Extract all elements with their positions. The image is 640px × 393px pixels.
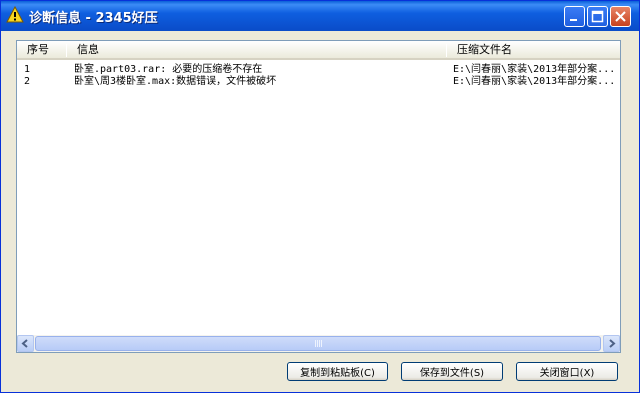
column-header-archive[interactable]: 压缩文件名 [451,41,620,58]
maximize-icon [591,10,604,23]
diagnostic-list[interactable]: 序号 信息 压缩文件名 1 卧室.part03.rar: 必要的压缩卷不存在 E… [16,40,621,353]
horizontal-scrollbar[interactable] [17,335,620,352]
arrow-left-icon [21,339,28,348]
minimize-icon [570,19,577,21]
column-header-message[interactable]: 信息 [71,41,441,58]
grip-icon [314,340,322,347]
list-header: 序号 信息 压缩文件名 [17,41,620,60]
row-message: 卧室\周3楼卧室.max:数据错误，文件被破坏 [74,76,277,87]
minimize-button[interactable] [564,6,585,27]
column-divider[interactable] [446,44,447,57]
arrow-right-icon [609,339,616,348]
maximize-button[interactable] [587,6,608,27]
copy-to-clipboard-button[interactable]: 复制到粘贴板(C) [287,362,388,381]
dialog-window: 诊断信息 - 2345好压 序号 信息 压缩文件名 1 卧室.part03.ra… [0,0,640,393]
title-bar[interactable]: 诊断信息 - 2345好压 [1,1,639,31]
close-icon [615,11,626,22]
scroll-left-button[interactable] [17,335,34,352]
row-archive: E:\闫春丽\家装\2013年部分案... [453,76,616,87]
save-to-file-button[interactable]: 保存到文件(S) [401,362,503,381]
row-index: 2 [24,76,31,87]
scroll-thumb[interactable] [35,336,601,351]
window-title: 诊断信息 - 2345好压 [29,11,158,26]
close-window-button[interactable] [610,6,631,27]
column-divider[interactable] [66,44,67,57]
list-item[interactable]: 2 卧室\周3楼卧室.max:数据错误，文件被破坏 E:\闫春丽\家装\2013… [17,75,620,88]
column-header-index[interactable]: 序号 [21,41,66,58]
warning-icon [6,6,24,23]
close-dialog-button[interactable]: 关闭窗口(X) [516,362,618,381]
scroll-right-button[interactable] [603,335,620,352]
